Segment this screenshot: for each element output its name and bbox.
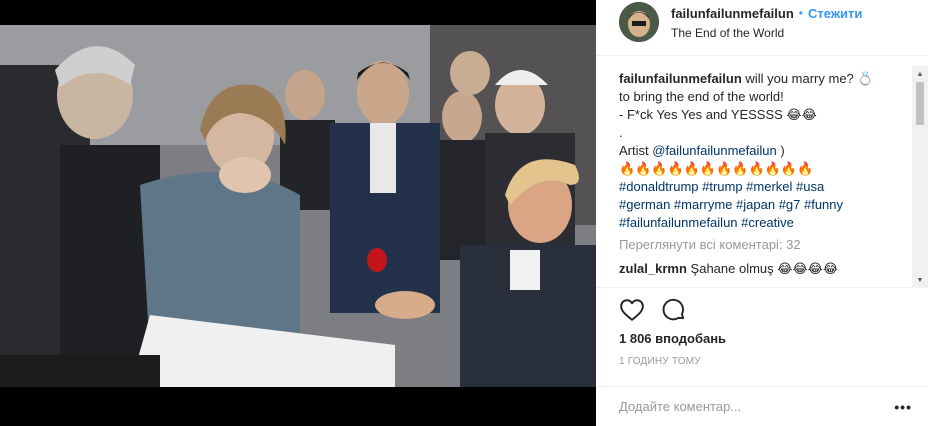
caption-line2: to bring the end of the world! xyxy=(619,89,784,104)
add-comment-bar: ••• xyxy=(596,386,928,426)
comments-section[interactable]: failunfailunmefailun will you marry me? … xyxy=(596,66,928,288)
instagram-post: failunfailunmefailun • Стежити The End o… xyxy=(0,0,928,426)
comment-username[interactable]: zulal_krmn xyxy=(619,261,687,276)
emoji-line: 🔥🔥🔥🔥🔥🔥🔥🔥🔥🔥🔥🔥 xyxy=(619,161,814,176)
more-options-icon[interactable]: ••• xyxy=(894,399,912,415)
avatar[interactable] xyxy=(619,2,659,42)
post-actions xyxy=(619,297,687,323)
comment-item: zulal_krmn Şahane olmuş 😂😂😂😂 xyxy=(619,260,896,278)
separator-dot: • xyxy=(798,6,803,20)
comment-text: Şahane olmuş 😂😂😂😂 xyxy=(690,261,839,276)
scroll-down-arrow-icon[interactable]: ▼ xyxy=(912,272,928,288)
post-photo[interactable] xyxy=(0,25,596,387)
header-text: failunfailunmefailun • Стежити The End o… xyxy=(671,2,862,41)
scrollbar-thumb[interactable] xyxy=(916,82,924,125)
caption-line4: . xyxy=(619,125,623,140)
caption: failunfailunmefailun will you marry me? … xyxy=(619,70,896,232)
comment-input[interactable] xyxy=(619,399,895,414)
caption-username[interactable]: failunfailunmefailun xyxy=(619,71,742,86)
post-media xyxy=(0,0,596,426)
hashtags-line2[interactable]: #german #marryme #japan #g7 #funny xyxy=(619,197,843,212)
hashtags-line1[interactable]: #donaldtrump #trump #merkel #usa xyxy=(619,179,824,194)
post-header: failunfailunmefailun • Стежити The End o… xyxy=(596,0,928,56)
artist-prefix: Artist xyxy=(619,143,649,158)
heart-icon[interactable] xyxy=(619,297,645,323)
caption-line1: will you marry me? 💍 xyxy=(745,71,874,86)
comments-scrollbar[interactable]: ▲ ▼ xyxy=(912,66,928,288)
header-row: failunfailunmefailun • Стежити xyxy=(671,5,862,22)
photo-illustration xyxy=(0,25,596,387)
view-all-comments-link[interactable]: Переглянути всі коментарі: 32 xyxy=(619,236,896,254)
comment-icon[interactable] xyxy=(661,297,687,323)
hashtags-line3[interactable]: #failunfailunmefailun #creative xyxy=(619,215,794,230)
likes-count[interactable]: 1 806 вподобань xyxy=(619,331,726,346)
post-timestamp[interactable]: 1 годину тому xyxy=(619,356,701,367)
header-username[interactable]: failunfailunmefailun xyxy=(671,5,794,22)
caption-line3: - F*ck Yes Yes and YESSSS 😂😂 xyxy=(619,107,817,122)
location-link[interactable]: The End of the World xyxy=(671,25,862,41)
scroll-up-arrow-icon[interactable]: ▲ xyxy=(912,66,928,82)
follow-button[interactable]: Стежити xyxy=(808,5,862,22)
artist-suffix: ) xyxy=(780,143,785,158)
comments-list: failunfailunmefailun will you marry me? … xyxy=(596,66,912,278)
post-side-panel: failunfailunmefailun • Стежити The End o… xyxy=(596,0,928,426)
avatar-image xyxy=(619,2,659,42)
artist-handle-link[interactable]: @failunfailunmefailun xyxy=(652,143,777,158)
